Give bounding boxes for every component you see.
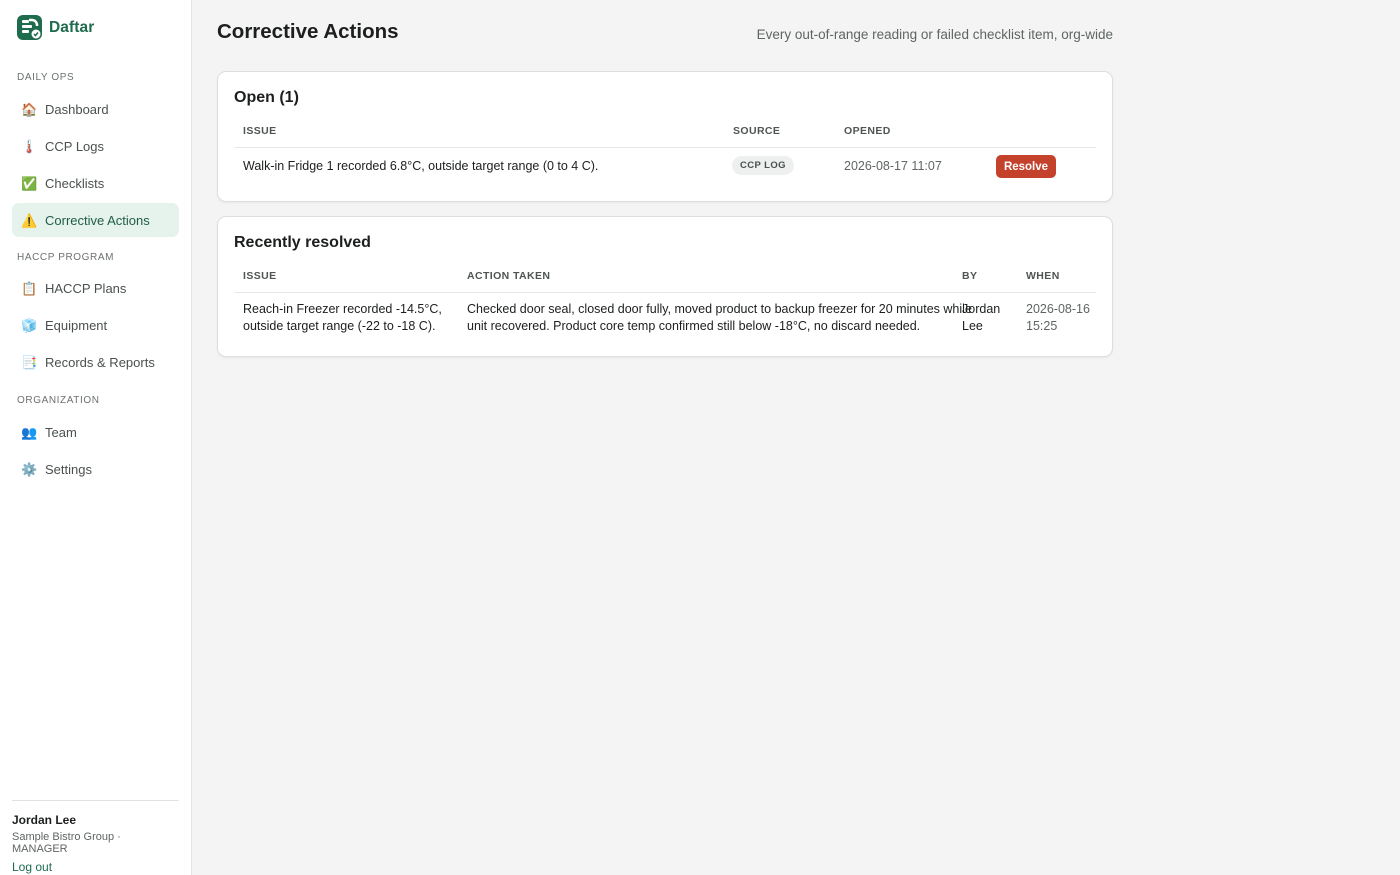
logout-link[interactable]: Log out — [12, 860, 52, 874]
issue-cell: Walk-in Fridge 1 recorded 6.8°C, outside… — [243, 159, 599, 173]
issue-cell: Reach-in Freezer recorded -14.5°C, outsi… — [243, 301, 442, 335]
user-block: Jordan Lee Sample Bistro Group · MANAGER… — [12, 800, 179, 875]
source-badge: CCP LOG — [732, 156, 794, 175]
by-line: Jordan — [962, 302, 1001, 316]
bookmark-tabs-icon: 📑 — [21, 354, 38, 370]
sidebar-item-label: Checklists — [45, 175, 105, 191]
column-header-when: WHEN — [1026, 270, 1060, 282]
opened-cell: 2026-08-17 11:07 — [844, 159, 942, 173]
sidebar-item-label: Equipment — [45, 317, 108, 333]
action-line: unit recovered. Product core temp confir… — [467, 319, 921, 333]
resolved-when-cell: 2026-08-16 15:25 — [1026, 301, 1090, 335]
column-header-issue: ISSUE — [243, 125, 277, 137]
column-header-action-taken: ACTION TAKEN — [467, 270, 551, 282]
clipboard-icon: 📋 — [21, 280, 38, 296]
column-header-opened: OPENED — [844, 125, 891, 137]
when-line: 15:25 — [1026, 319, 1058, 333]
sidebar-item-settings[interactable]: ⚙️ Settings — [12, 452, 179, 486]
issue-line: Reach-in Freezer recorded -14.5°C, — [243, 302, 442, 316]
header-divider — [234, 147, 1096, 148]
sidebar-item-haccp-plans[interactable]: 📋 HACCP Plans — [12, 271, 179, 305]
sidebar-item-team[interactable]: 👥 Team — [12, 415, 179, 449]
brand[interactable]: Daftar — [17, 15, 94, 40]
house-icon: 🏠 — [21, 101, 38, 117]
open-actions-card: Open (1) ISSUE SOURCE OPENED Walk-in Fri… — [217, 71, 1113, 202]
nav-section-haccp-program: HACCP PROGRAM — [17, 252, 115, 263]
issue-line: outside target range (-22 to -18 C). — [243, 319, 436, 333]
sidebar-item-label: Team — [45, 424, 77, 440]
sidebar-item-dashboard[interactable]: 🏠 Dashboard — [12, 92, 179, 126]
ice-cube-icon: 🧊 — [21, 317, 38, 333]
sidebar-item-corrective-actions[interactable]: ⚠️ Corrective Actions — [12, 203, 179, 237]
resolved-card-title: Recently resolved — [234, 234, 371, 251]
column-header-issue: ISSUE — [243, 270, 277, 282]
sidebar-item-equipment[interactable]: 🧊 Equipment — [12, 308, 179, 342]
nav-section-organization: ORGANIZATION — [17, 395, 100, 406]
warning-icon: ⚠️ — [21, 212, 38, 228]
resolved-actions-card: Recently resolved ISSUE ACTION TAKEN BY … — [217, 216, 1113, 357]
daftar-logo-icon — [17, 15, 42, 40]
sidebar: Daftar DAILY OPS 🏠 Dashboard 🌡️ CCP Logs… — [0, 0, 192, 875]
thermometer-icon: 🌡️ — [21, 138, 38, 154]
sidebar-item-label: CCP Logs — [45, 138, 105, 154]
user-org-role: Sample Bistro Group · MANAGER — [12, 831, 121, 855]
column-header-by: BY — [962, 270, 978, 282]
by-line: Lee — [962, 319, 983, 333]
check-box-icon: ✅ — [21, 175, 38, 191]
nav-section-daily-ops: DAILY OPS — [17, 72, 75, 83]
action-taken-cell: Checked door seal, closed door fully, mo… — [467, 301, 972, 335]
resolved-by-cell: Jordan Lee — [962, 301, 1000, 335]
sidebar-item-label: Settings — [45, 461, 92, 477]
when-line: 2026-08-16 — [1026, 302, 1090, 316]
sidebar-item-records-reports[interactable]: 📑 Records & Reports — [12, 345, 179, 379]
sidebar-item-ccp-logs[interactable]: 🌡️ CCP Logs — [12, 129, 179, 163]
people-icon: 👥 — [21, 424, 38, 440]
page-title: Corrective Actions — [217, 20, 399, 43]
sidebar-item-label: Dashboard — [45, 101, 109, 117]
sidebar-item-label: Corrective Actions — [45, 212, 150, 228]
column-header-source: SOURCE — [733, 125, 781, 137]
sidebar-item-label: Records & Reports — [45, 354, 155, 370]
sidebar-item-label: HACCP Plans — [45, 280, 127, 296]
action-line: Checked door seal, closed door fully, mo… — [467, 302, 972, 316]
brand-name: Daftar — [49, 18, 95, 36]
header-divider — [234, 292, 1096, 293]
sidebar-item-checklists[interactable]: ✅ Checklists — [12, 166, 179, 200]
user-name: Jordan Lee — [12, 813, 77, 827]
resolve-button[interactable]: Resolve — [996, 155, 1056, 178]
gear-icon: ⚙️ — [21, 461, 38, 477]
open-card-title: Open (1) — [234, 89, 299, 106]
page-subtitle: Every out-of-range reading or failed che… — [756, 27, 1113, 42]
